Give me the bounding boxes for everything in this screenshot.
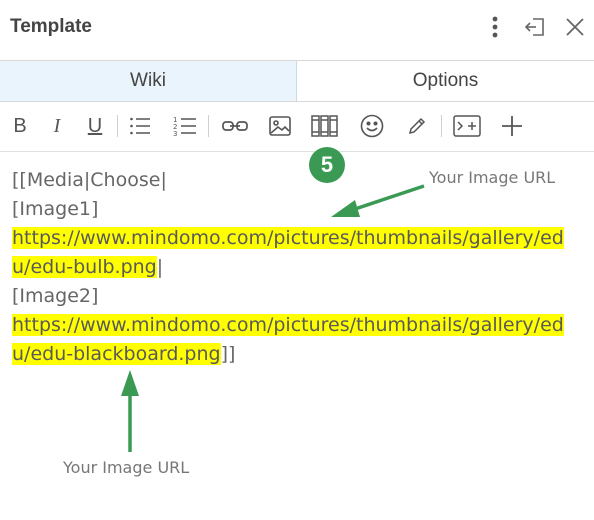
arrow-bottom bbox=[121, 370, 139, 452]
annotation-arrows bbox=[121, 184, 425, 452]
arrow-top bbox=[331, 184, 425, 217]
